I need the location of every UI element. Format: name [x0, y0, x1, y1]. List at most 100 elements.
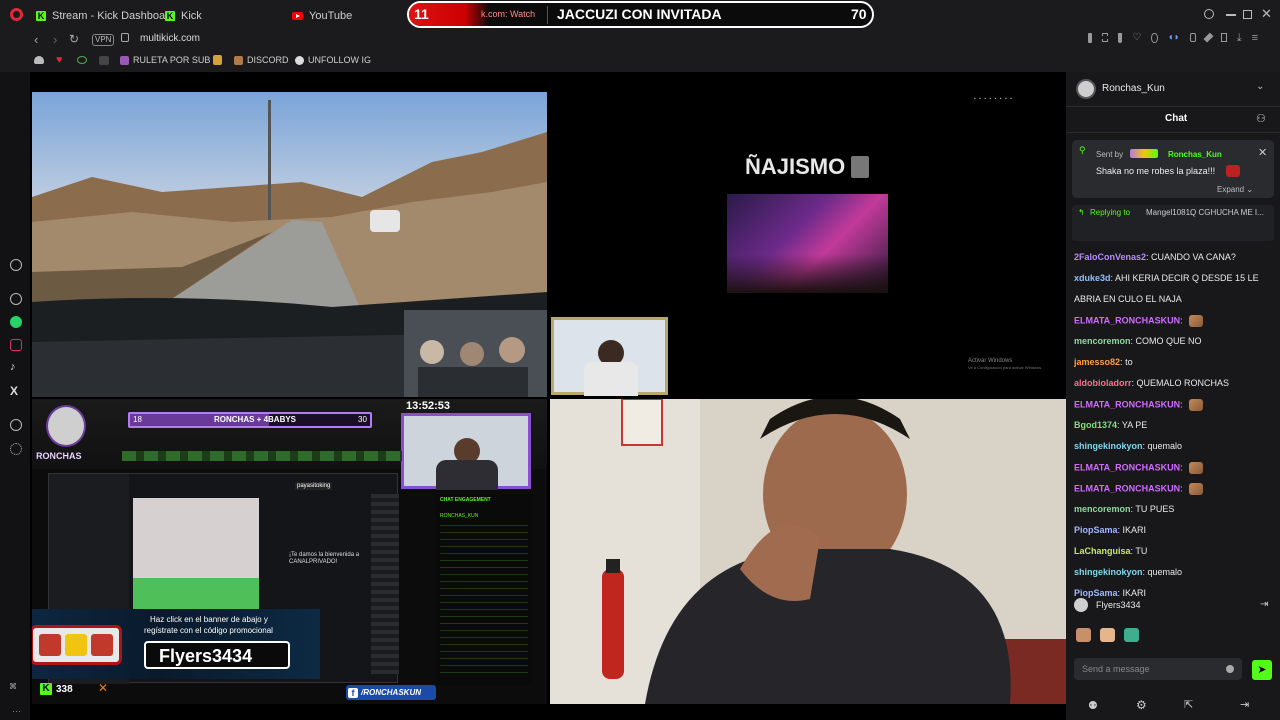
search-tabs-icon[interactable]: [1204, 9, 1214, 19]
send-button[interactable]: ➤: [1252, 660, 1272, 680]
channel-avatar[interactable]: [1076, 79, 1096, 99]
shield-bookmark-icon[interactable]: [213, 55, 222, 65]
heart-icon[interactable]: ♡: [1132, 33, 1141, 45]
channel-name[interactable]: Ronchas_Kun: [1102, 83, 1165, 94]
maximize-icon[interactable]: [1243, 10, 1252, 19]
history-icon[interactable]: [1151, 33, 1158, 43]
opera-logo-icon[interactable]: [10, 8, 23, 21]
url-field[interactable]: multikick.com: [140, 33, 200, 44]
bookmark-unfollow-ig[interactable]: UNFOLLOW IG: [295, 55, 371, 65]
activate-windows-title: Activar Windows: [968, 358, 1013, 364]
chat-username[interactable]: PiopSama: [1074, 588, 1118, 598]
chat-message: 2FaloConVenas2: CUANDO VA CANA?: [1074, 252, 1236, 263]
whatsapp-bookmark-icon[interactable]: [77, 56, 87, 64]
tab-youtube[interactable]: YouTube: [292, 6, 352, 26]
viewer-count: K 338: [40, 683, 73, 695]
bookmark-ruleta[interactable]: RULETA POR SUB: [120, 55, 210, 65]
expand-button[interactable]: Expand ⌄: [1217, 185, 1253, 194]
stream-clock: 13:52:53: [406, 400, 451, 412]
chat-username[interactable]: ELMATA_RONCHASKUN: [1074, 462, 1180, 472]
chat-username[interactable]: xduke3d: [1074, 273, 1111, 283]
close-pinned-icon[interactable]: ✕: [1258, 146, 1267, 159]
chat-username[interactable]: PiopSama: [1074, 525, 1118, 535]
emote-icon: [1189, 462, 1204, 474]
chat-username[interactable]: ELMATA_RONCHASKUN: [1074, 399, 1180, 409]
chat-message: PiopSama: IKARI: [1074, 588, 1146, 599]
promo-banner[interactable]: Haz click en el banner de abajo y regíst…: [32, 609, 320, 679]
collapse-chat-icon[interactable]: ⇥: [1240, 698, 1249, 711]
emote-icon[interactable]: [1076, 628, 1091, 642]
shield-icon[interactable]: [1117, 33, 1123, 43]
message-input[interactable]: Send a message: [1074, 658, 1242, 680]
extensions-icon[interactable]: [1203, 32, 1214, 43]
whatsapp-icon[interactable]: [10, 316, 22, 328]
heart-bookmark-icon[interactable]: ♥: [56, 54, 63, 66]
chat-username[interactable]: mencoremon: [1074, 504, 1131, 514]
download-icon[interactable]: ⤓: [1237, 33, 1242, 45]
history-sidebar-icon[interactable]: [10, 419, 22, 431]
audio-icon[interactable]: ◖◗: [1168, 33, 1180, 45]
back-icon[interactable]: ‹: [34, 32, 38, 47]
wallet-icon[interactable]: [1220, 33, 1227, 42]
logout-icon[interactable]: ⇥: [1260, 599, 1268, 610]
settings-icon[interactable]: [10, 443, 22, 455]
chat-username[interactable]: jamesso82: [1074, 357, 1120, 367]
cloud-icon[interactable]: [34, 56, 44, 64]
emoji-picker-icon[interactable]: [1226, 665, 1234, 673]
engagement-channel: RONCHAS_KUN: [440, 513, 479, 519]
emote-icon[interactable]: [1100, 628, 1115, 642]
chat-username[interactable]: shingekinokyon: [1074, 567, 1143, 577]
stream-pane-road[interactable]: [32, 92, 547, 397]
chat-username[interactable]: mencoremon: [1074, 336, 1131, 346]
chat-username[interactable]: Bgod1374: [1074, 420, 1117, 430]
player-icon[interactable]: [1189, 33, 1196, 42]
goal-target: 30: [358, 415, 367, 424]
bookmark-discord[interactable]: DISCORD: [234, 55, 289, 65]
chat-username[interactable]: 2FaloConVenas2: [1074, 252, 1146, 262]
instagram-icon[interactable]: [10, 339, 22, 351]
user-avatar: [1074, 598, 1088, 612]
tab-label: Stream - Kick Dashboard: [52, 10, 175, 22]
tab-kick[interactable]: K Kick: [165, 6, 202, 26]
add-user-icon[interactable]: ⚉: [1088, 699, 1098, 712]
chat-username[interactable]: ELMATA_RONCHASKUN: [1074, 315, 1180, 325]
chat-settings-icon[interactable]: ⚙: [1136, 698, 1147, 712]
stream-pane-dashboard[interactable]: 18 RONCHAS + 4BABYS 30 13:52:53 RONCHAS …: [32, 399, 547, 704]
menu-icon[interactable]: ≡: [1252, 33, 1258, 45]
chat-username[interactable]: aldobioladorr: [1074, 378, 1132, 388]
tab-kick-dashboard[interactable]: K Stream - Kick Dashboard: [36, 6, 175, 26]
emote-icon[interactable]: [1124, 628, 1139, 642]
tiktok-icon[interactable]: ♪: [10, 361, 16, 373]
pin-icon[interactable]: [1088, 33, 1093, 43]
vpn-badge[interactable]: VPN: [92, 34, 115, 46]
x-icon[interactable]: X: [10, 384, 18, 398]
overlay-title: JACCUZI CON INVITADA: [557, 6, 722, 22]
emote-icon: [1189, 483, 1204, 495]
stream-pane-webcam[interactable]: [550, 399, 1066, 704]
chat-username[interactable]: shingekinokyon: [1074, 441, 1143, 451]
overlay-left-number: 11: [414, 6, 429, 22]
ruleta-icon: [120, 55, 129, 65]
bookmark-icon[interactable]: [99, 56, 109, 65]
popout-icon[interactable]: ⇱: [1184, 698, 1193, 711]
snapshot-icon[interactable]: [1102, 33, 1108, 42]
users-icon[interactable]: ⚇: [1256, 112, 1266, 125]
pinned-author: Ronchas_Kun: [1168, 150, 1222, 159]
stream-pane-najismo[interactable]: ▪ ▪ ▪ ▪ ▪ ▪ ▪ ▪ ÑAJISMO Activar Windows …: [550, 92, 1066, 397]
bookmark-marker-icon: ✕: [98, 681, 109, 695]
chatgpt-icon[interactable]: [10, 293, 22, 305]
welcome-message: ¡Te damos la bienvenida a CANALPRIVADO!: [289, 552, 360, 565]
chat-username[interactable]: ELMATA_RONCHASKUN: [1074, 483, 1180, 493]
pinned-sent-by: Sent by: [1096, 150, 1124, 159]
forward-icon[interactable]: ›: [53, 32, 57, 47]
sidebar-menu-icon[interactable]: ⋯: [12, 706, 21, 717]
sidebar-more-icon[interactable]: ⌘: [9, 682, 17, 691]
close-window-icon[interactable]: ✕: [1261, 6, 1272, 22]
tab-label: Kick: [181, 10, 202, 22]
webcam-pip: [551, 317, 668, 396]
chevron-down-icon[interactable]: ⌄: [1256, 81, 1264, 92]
minimize-icon[interactable]: [1226, 14, 1236, 16]
sidebar-refresh-icon[interactable]: [10, 259, 22, 271]
reload-icon[interactable]: ↻: [69, 32, 79, 46]
chat-username[interactable]: LaChanguisa: [1074, 546, 1131, 556]
